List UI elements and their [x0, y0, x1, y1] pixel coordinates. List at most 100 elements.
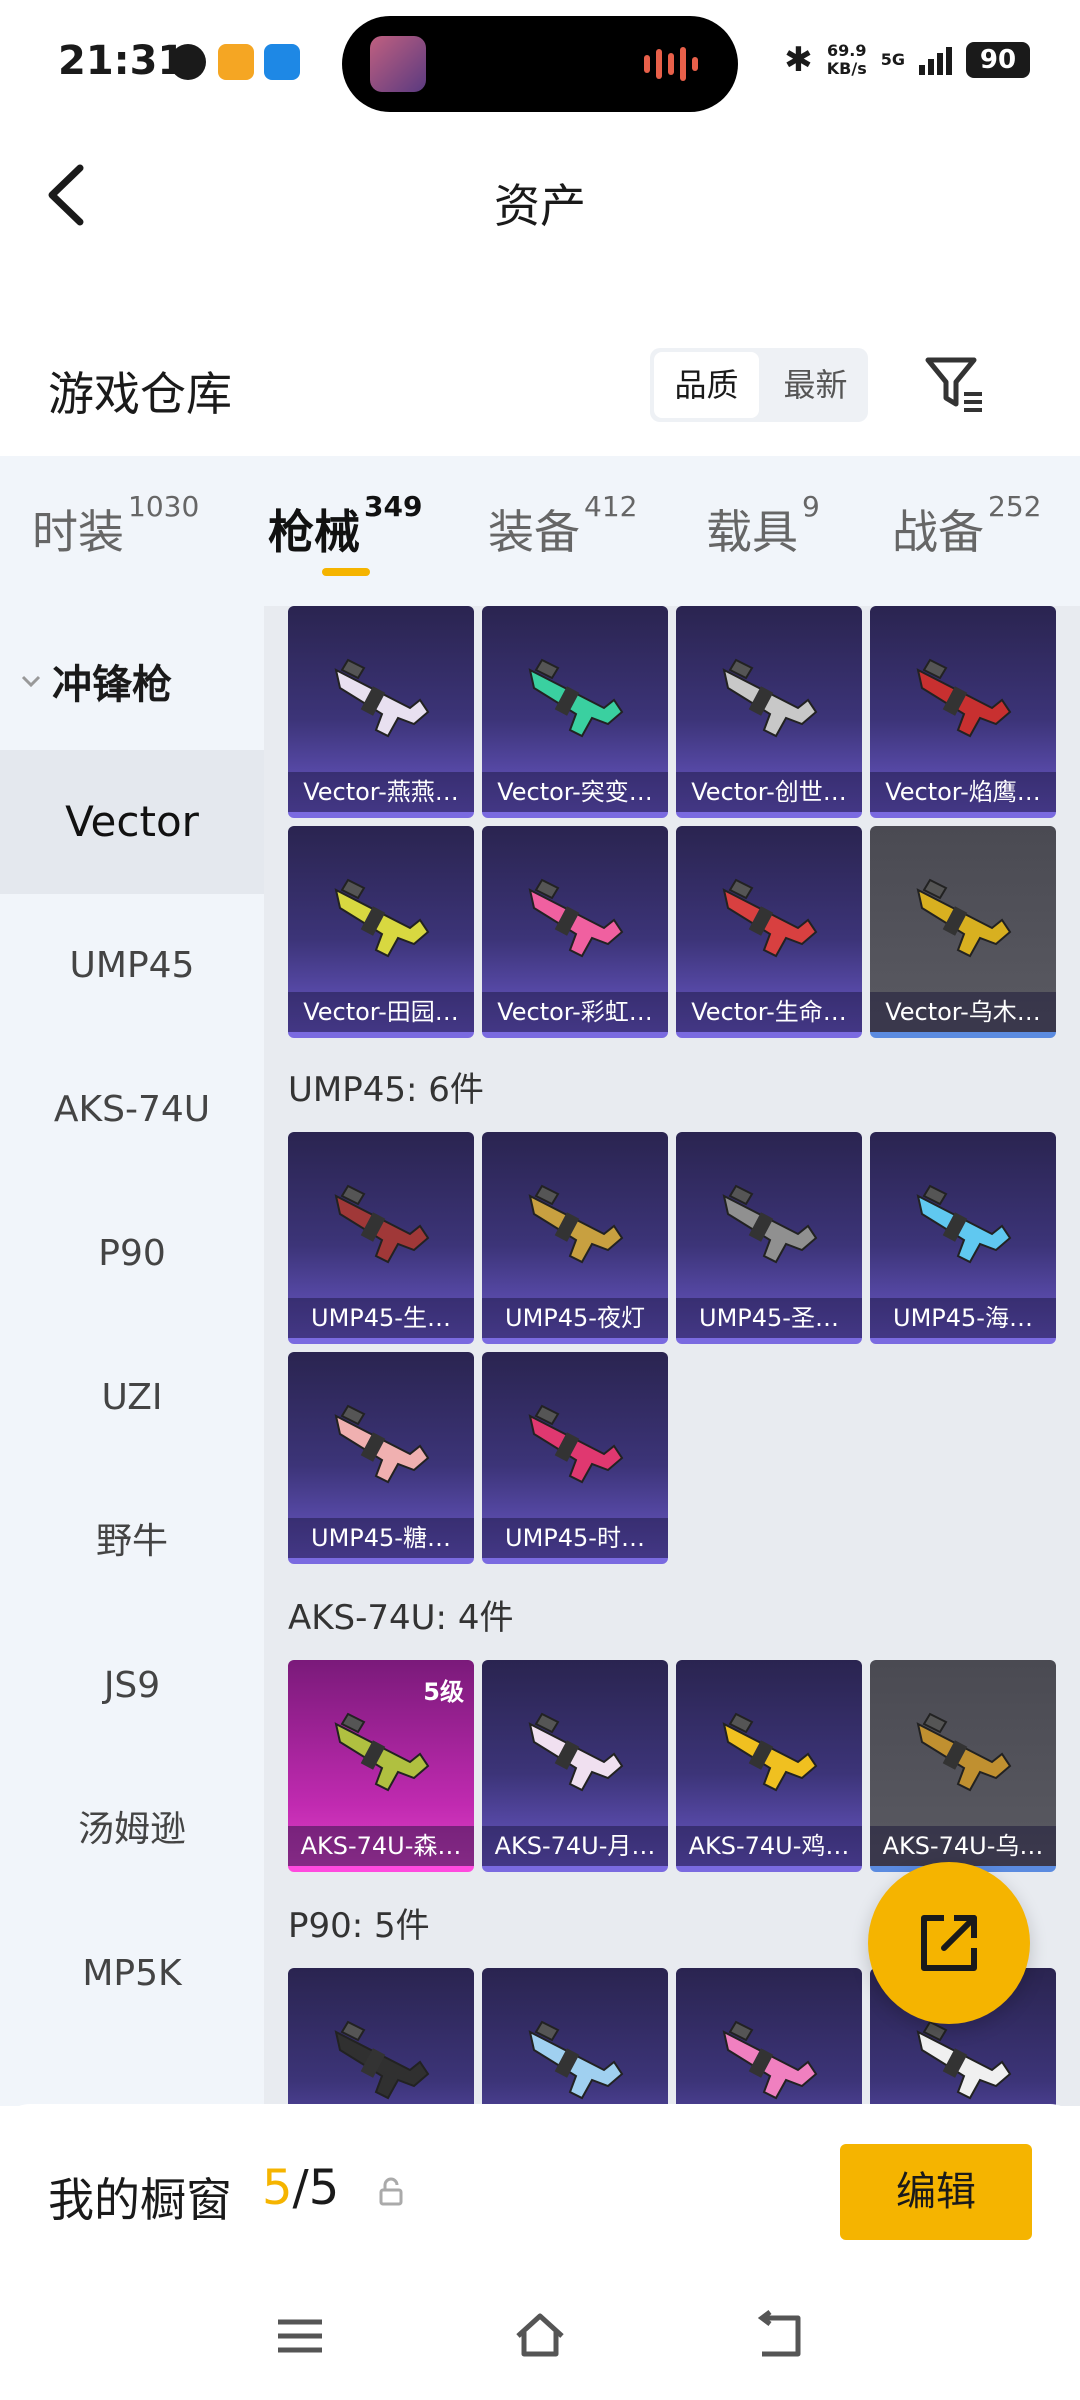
skin-name: Vector-田园… [288, 992, 474, 1032]
skin-card[interactable]: UMP45-夜灯 [482, 1132, 668, 1344]
weapon-skin-image [528, 2020, 624, 2100]
category-tabs: 时装 1030 枪械 349 装备 412 载具 9 战备 252 [0, 456, 1080, 606]
weapon-skin-image [334, 1404, 430, 1484]
skin-name: Vector-燕燕… [288, 772, 474, 812]
skin-card[interactable]: UMP45-时… [482, 1352, 668, 1564]
sidebar-item-aks74u[interactable]: AKS-74U [0, 1038, 264, 1182]
tab-equipment[interactable]: 装备 412 [488, 490, 637, 562]
page-title: 资产 [494, 179, 586, 233]
skin-name: UMP45-海… [870, 1298, 1056, 1338]
now-playing-thumbnail [370, 36, 426, 92]
sidebar-item-thompson[interactable]: 汤姆逊 [0, 1758, 264, 1902]
sort-quality-button[interactable]: 品质 [654, 352, 759, 418]
weapon-skin-image [722, 2020, 818, 2100]
gun-shape [528, 2030, 624, 2100]
weapon-skin-image [722, 1184, 818, 1264]
sidebar-item-p90[interactable]: P90 [0, 1182, 264, 1326]
app-notification-icon [170, 44, 206, 80]
skin-card[interactable]: UMP45-海… [870, 1132, 1056, 1344]
gun-shape [722, 1722, 818, 1792]
tab-supplies[interactable]: 战备 252 [892, 490, 1041, 562]
tab-firearms[interactable]: 枪械 349 [268, 490, 422, 562]
gun-shape [528, 1414, 624, 1484]
showcase-label: 我的橱窗 [48, 2173, 232, 2227]
weapon-skin-image [722, 658, 818, 738]
skin-card[interactable]: Vector-乌木… [870, 826, 1056, 1038]
network-speed: 69.9 KB/s [826, 41, 867, 78]
back-nav-icon[interactable] [752, 2308, 808, 2364]
skin-card[interactable]: Vector-创世… [676, 606, 862, 818]
section-title-ump45: UMP45: 6件 [288, 1070, 484, 1110]
weapon-skin-image [334, 2020, 430, 2100]
gun-shape [528, 1194, 624, 1264]
skin-card[interactable] [288, 1968, 474, 2106]
signal-icon [919, 45, 952, 75]
skin-card[interactable]: Vector-生命… [676, 826, 862, 1038]
showcase-count: 5/5 [262, 2160, 340, 2216]
battery-indicator: 90 [966, 42, 1030, 78]
gun-shape [528, 668, 624, 738]
sidebar-item-bizon[interactable]: 野牛 [0, 1470, 264, 1614]
gun-shape [334, 1722, 430, 1792]
skin-card[interactable]: UMP45-圣… [676, 1132, 862, 1344]
gun-shape [334, 2030, 430, 2100]
skin-card[interactable]: AKS-74U-乌… [870, 1660, 1056, 1872]
sidebar-group-smg[interactable]: 冲锋枪 [20, 652, 172, 710]
weapon-skin-image [334, 1184, 430, 1264]
chevron-down-icon [21, 675, 41, 688]
tab-vehicles[interactable]: 载具 9 [706, 490, 820, 562]
dynamic-island[interactable] [342, 16, 738, 112]
app-notification-icon-3 [264, 44, 300, 80]
sidebar-item-js9[interactable]: JS9 [0, 1614, 264, 1758]
home-icon[interactable] [512, 2308, 568, 2364]
sort-toggle: 品质 最新 [650, 348, 868, 422]
audio-wave-icon [644, 46, 708, 82]
skin-name: UMP45-圣… [676, 1298, 862, 1338]
menu-icon[interactable] [272, 2308, 328, 2364]
sidebar-item-ump45[interactable]: UMP45 [0, 894, 264, 1038]
skin-card[interactable] [482, 1968, 668, 2106]
gun-shape [334, 668, 430, 738]
weapon-skin-image [528, 658, 624, 738]
filter-icon[interactable] [922, 352, 986, 416]
gun-shape [722, 888, 818, 958]
skin-card[interactable]: 5级 AKS-74U-森… [288, 1660, 474, 1872]
skin-card[interactable]: UMP45-生… [288, 1132, 474, 1344]
lock-icon[interactable] [376, 2176, 406, 2206]
sort-newest-button[interactable]: 最新 [763, 348, 868, 422]
skin-card[interactable]: Vector-焰鹰… [870, 606, 1056, 818]
gun-shape [334, 1194, 430, 1264]
skin-card[interactable]: AKS-74U-月… [482, 1660, 668, 1872]
gun-shape [528, 1722, 624, 1792]
level-badge: 5级 [423, 1678, 464, 1706]
system-nav-bar [0, 2280, 1080, 2390]
warehouse-title: 游戏仓库 [48, 367, 232, 421]
skin-card[interactable]: UMP45-糖… [288, 1352, 474, 1564]
skin-name: UMP45-生… [288, 1298, 474, 1338]
skin-card[interactable]: Vector-燕燕… [288, 606, 474, 818]
weapon-skin-image [528, 878, 624, 958]
skin-name: Vector-创世… [676, 772, 862, 812]
gun-shape [916, 2030, 1012, 2100]
sidebar-item-vector[interactable]: Vector [0, 750, 264, 894]
gun-shape [916, 668, 1012, 738]
skin-card[interactable]: Vector-彩虹… [482, 826, 668, 1038]
tab-fashion[interactable]: 时装 1030 [32, 490, 199, 562]
app-notification-icon-2 [218, 44, 254, 80]
gun-shape [722, 1194, 818, 1264]
skin-card[interactable] [676, 1968, 862, 2106]
skin-name: UMP45-糖… [288, 1518, 474, 1558]
skin-card[interactable]: Vector-田园… [288, 826, 474, 1038]
gun-shape [334, 888, 430, 958]
sidebar-item-mp5k[interactable]: MP5K [0, 1902, 264, 2046]
share-button[interactable] [868, 1862, 1030, 2024]
skin-card[interactable]: Vector-突变… [482, 606, 668, 818]
weapon-skin-image [916, 878, 1012, 958]
skin-card[interactable]: AKS-74U-鸡… [676, 1660, 862, 1872]
sidebar-item-uzi[interactable]: UZI [0, 1326, 264, 1470]
edit-button[interactable]: 编辑 [840, 2144, 1032, 2240]
skin-name: UMP45-夜灯 [482, 1298, 668, 1338]
weapon-skin-image [916, 658, 1012, 738]
weapon-skin-image [334, 658, 430, 738]
gun-shape [528, 888, 624, 958]
